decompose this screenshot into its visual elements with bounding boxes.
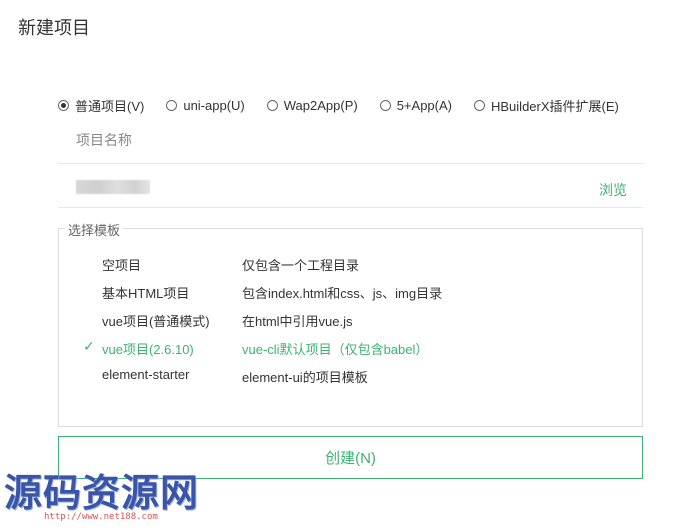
radio-checked-icon bbox=[58, 100, 69, 111]
location-path-blurred bbox=[76, 180, 150, 194]
template-row-basic-html[interactable]: 基本HTML项目 包含index.html和css、js、img目录 bbox=[59, 280, 642, 302]
radio-label: 5+App(A) bbox=[396, 98, 452, 113]
radio-unchecked-icon bbox=[266, 100, 278, 111]
radio-label: 普通项目(V) bbox=[75, 99, 145, 114]
checkmark-icon: ✓ bbox=[83, 338, 95, 354]
template-row-vue-cli[interactable]: ✓ vue项目(2.6.10) vue-cli默认项目（仅包含babel） bbox=[59, 336, 642, 358]
radio-hbuilderx-plugin[interactable]: HBuilderX插件扩展(E) bbox=[474, 96, 619, 115]
template-name: 空项目 bbox=[102, 258, 142, 273]
template-description: element-ui的项目模板 bbox=[242, 370, 368, 385]
watermark-logo-text: 源码资源网 bbox=[4, 471, 200, 515]
template-name: vue项目(2.6.10) bbox=[102, 342, 194, 357]
dialog-title: 新建项目 bbox=[18, 18, 90, 38]
template-row-element-starter[interactable]: element-starter element-ui的项目模板 bbox=[59, 364, 642, 386]
browse-link[interactable]: 浏览 bbox=[599, 180, 627, 200]
template-description: 在html中引用vue.js bbox=[242, 314, 353, 329]
template-name: 基本HTML项目 bbox=[102, 286, 190, 301]
radio-label: HBuilderX插件扩展(E) bbox=[491, 99, 619, 114]
template-group-legend: 选择模板 bbox=[65, 220, 124, 239]
template-description: vue-cli默认项目（仅包含babel） bbox=[242, 342, 429, 357]
template-name: element-starter bbox=[102, 367, 190, 382]
radio-unchecked-icon bbox=[379, 100, 391, 111]
radio-5plus-app[interactable]: 5+App(A) bbox=[379, 98, 452, 113]
template-name: vue项目(普通模式) bbox=[102, 314, 210, 329]
radio-uni-app[interactable]: uni-app(U) bbox=[166, 98, 245, 113]
template-description: 包含index.html和css、js、img目录 bbox=[242, 286, 443, 301]
project-type-radio-group: 普通项目(V) uni-app(U) Wap2App(P) 5+App(A) H… bbox=[58, 96, 619, 115]
radio-normal-project[interactable]: 普通项目(V) bbox=[58, 96, 144, 115]
template-group: 选择模板 空项目 仅包含一个工程目录 基本HTML项目 包含index.html… bbox=[58, 220, 643, 427]
radio-label: Wap2App(P) bbox=[283, 98, 358, 113]
project-location-field[interactable]: 浏览 bbox=[58, 164, 643, 208]
radio-label: uni-app(U) bbox=[183, 98, 245, 113]
radio-unchecked-icon bbox=[474, 100, 485, 111]
template-description: 仅包含一个工程目录 bbox=[242, 258, 360, 273]
radio-wap2app[interactable]: Wap2App(P) bbox=[266, 98, 358, 113]
project-name-input[interactable] bbox=[76, 132, 476, 148]
radio-unchecked-icon bbox=[166, 100, 178, 111]
watermark-url: http://www.net188.com bbox=[44, 512, 158, 522]
template-row-empty[interactable]: 空项目 仅包含一个工程目录 bbox=[59, 252, 642, 274]
template-row-vue-normal[interactable]: vue项目(普通模式) 在html中引用vue.js bbox=[59, 308, 642, 330]
project-name-field bbox=[58, 120, 643, 164]
